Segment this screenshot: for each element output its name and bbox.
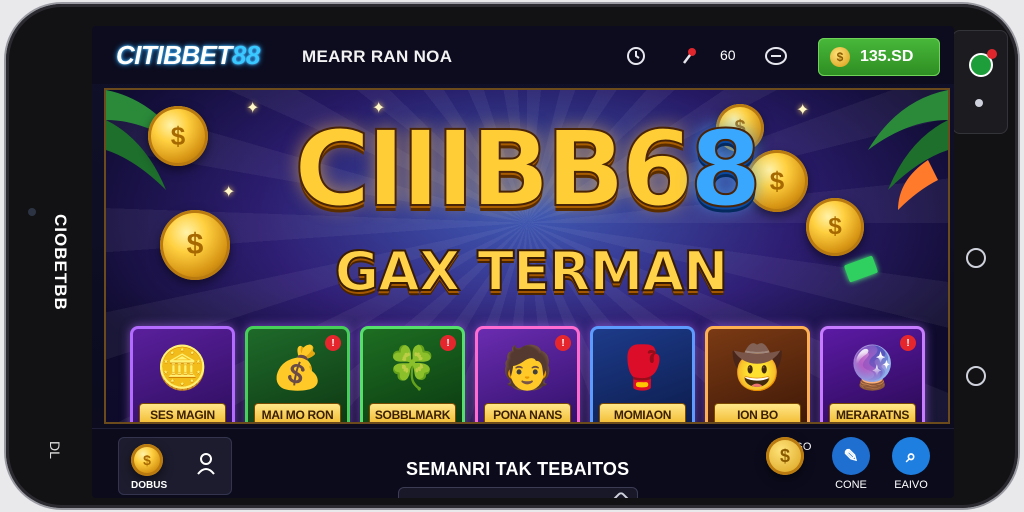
dot-icon[interactable] bbox=[975, 99, 983, 107]
coins-icon: $ bbox=[766, 437, 804, 475]
game-badge: ! bbox=[325, 335, 341, 351]
game-label: SOBBLMARK bbox=[369, 403, 456, 422]
game-badge: ! bbox=[900, 335, 916, 351]
nav-item-eaivo[interactable]: ⌕ EAIVO bbox=[886, 437, 936, 491]
game-label: MAI MO RON bbox=[254, 403, 341, 422]
banner-title-blue: 8 bbox=[688, 107, 762, 231]
banner-title-gold: CIIIBB6 bbox=[293, 107, 694, 231]
game-card[interactable]: 💰 ! MAI MO RON bbox=[245, 326, 350, 422]
search-icon[interactable] bbox=[609, 490, 633, 498]
logo-main: CITIBBET bbox=[116, 40, 232, 70]
game-label: MOMIAON bbox=[599, 403, 686, 422]
game-label: ION BO bbox=[714, 403, 801, 422]
header-tagline: MEARR RAN NOA bbox=[302, 47, 453, 66]
bonus-label: DOBUS bbox=[131, 480, 168, 491]
game-label: PONA NANS bbox=[484, 403, 571, 422]
nav-item-cone[interactable]: ✎ CONE bbox=[826, 437, 876, 491]
side-hw-label: DL bbox=[46, 441, 63, 459]
nav-label: EAIVO bbox=[894, 479, 928, 491]
game-card[interactable]: 🪙 SES MAGIN bbox=[130, 326, 235, 422]
phone-frame: CIOBETBB DL CITIBBET88 MEARR RAN NOA 60 … bbox=[6, 4, 1018, 508]
nav-label: CONE bbox=[835, 479, 867, 491]
coin-icon: $ bbox=[131, 444, 163, 476]
game-card[interactable]: 🤠 ION BO bbox=[705, 326, 810, 422]
game-label: MERARATNS bbox=[829, 403, 916, 422]
game-badge: ! bbox=[440, 335, 456, 351]
balance-value: 135.SD bbox=[860, 48, 914, 65]
notification-count: 60 bbox=[720, 47, 736, 63]
app-screen: CITIBBET88 MEARR RAN NOA 60 $ 135.SD $ $… bbox=[92, 26, 954, 498]
hero-banner[interactable]: $ $ $ $ $ ✦ ✦ ✦ ✦ CIIIBB68 GAX TERMAN 🪙 … bbox=[104, 88, 950, 424]
gold-coin-icon: $ bbox=[148, 106, 208, 166]
sparkle-icon: ✦ bbox=[222, 184, 236, 201]
bonus-box[interactable]: $ DOBUS bbox=[118, 437, 232, 495]
checklist-icon: ✎ bbox=[832, 437, 870, 475]
banner-title: CIIIBB68 bbox=[246, 107, 806, 231]
nav-home-button[interactable] bbox=[966, 248, 986, 268]
app-logo[interactable]: CITIBBET88 bbox=[116, 40, 260, 71]
game-card[interactable]: 🔮 ! MERARATNS bbox=[820, 326, 925, 422]
pin-icon[interactable] bbox=[678, 44, 702, 68]
bottom-bar: $ DOBUS SEMANRI TAK TEBAITOS $ MASGO ✎ C… bbox=[92, 428, 954, 498]
balance-button[interactable]: $ 135.SD bbox=[818, 38, 940, 76]
gold-coin-icon: $ bbox=[806, 198, 864, 256]
game-card[interactable]: 🧑 ! PONA NANS bbox=[475, 326, 580, 422]
top-bar: CITIBBET88 MEARR RAN NOA 60 $ 135.SD bbox=[92, 26, 954, 84]
shield-icon[interactable] bbox=[969, 49, 997, 77]
banner-subtitle: GAX TERMAN bbox=[334, 239, 730, 304]
game-label: SES MAGIN bbox=[139, 403, 226, 422]
game-card[interactable]: 🥊 MOMIAON bbox=[590, 326, 695, 422]
user-icon[interactable] bbox=[195, 452, 217, 482]
camera-dot bbox=[28, 208, 36, 216]
game-cards: 🪙 SES MAGIN 💰 ! MAI MO RON 🍀 ! SOBBLMARK… bbox=[130, 326, 948, 422]
news-title: SEMANRI TAK TEBAITOS bbox=[406, 459, 630, 479]
refresh-icon[interactable] bbox=[624, 44, 648, 68]
side-panel[interactable] bbox=[952, 30, 1008, 134]
search-circle-icon: ⌕ bbox=[892, 437, 930, 475]
chest-icon: 🪙 bbox=[156, 343, 209, 391]
gold-coin-icon: $ bbox=[160, 210, 230, 280]
search-input[interactable] bbox=[398, 487, 638, 498]
logo-accent: 88 bbox=[231, 40, 260, 70]
game-card[interactable]: 🍀 ! SOBBLMARK bbox=[360, 326, 465, 422]
nav-item-masgo[interactable]: $ MASGO bbox=[766, 437, 816, 475]
boxing-glove-icon: 🥊 bbox=[616, 343, 669, 391]
coin-icon: $ bbox=[830, 47, 850, 67]
nav-back-button[interactable] bbox=[966, 366, 986, 386]
chat-icon[interactable] bbox=[764, 44, 788, 68]
cowboy-icon: 🤠 bbox=[731, 343, 784, 391]
game-badge: ! bbox=[555, 335, 571, 351]
side-brand-label: CIOBETBB bbox=[51, 214, 70, 311]
